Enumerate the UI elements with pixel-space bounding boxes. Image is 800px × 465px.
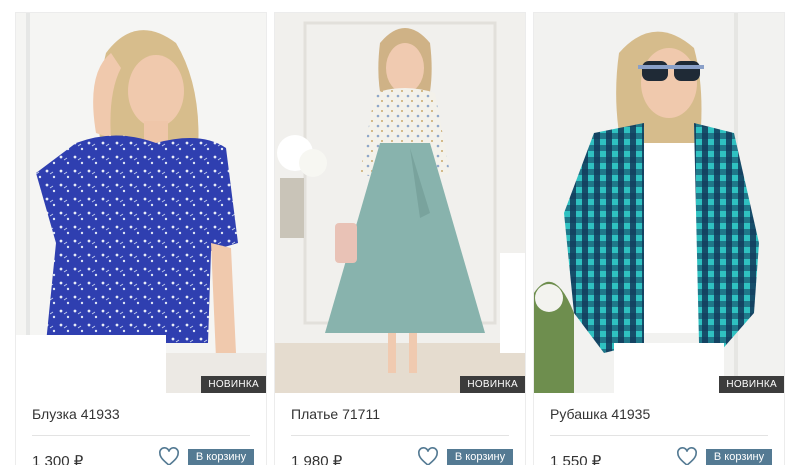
product-photo[interactable]: НОВИНКА bbox=[16, 13, 266, 393]
add-to-cart-button[interactable]: В корзину bbox=[706, 449, 772, 465]
add-to-cart-button[interactable]: В корзину bbox=[447, 449, 513, 465]
add-to-cart-button[interactable]: В корзину bbox=[188, 449, 254, 465]
product-grid: НОВИНКА Блузка 41933 1 300 ₽ В корзину Н… bbox=[15, 12, 785, 465]
product-name[interactable]: Рубашка 41935 bbox=[550, 406, 650, 422]
divider bbox=[291, 435, 509, 436]
heart-icon[interactable] bbox=[158, 447, 180, 465]
new-badge: НОВИНКА bbox=[719, 376, 784, 393]
product-card[interactable]: НОВИНКА Платье 71711 1 980 ₽ В корзину bbox=[274, 12, 526, 465]
product-photo[interactable]: НОВИНКА bbox=[534, 13, 784, 393]
product-price: 1 550 ₽ bbox=[550, 453, 602, 465]
divider bbox=[550, 435, 768, 436]
product-name[interactable]: Платье 71711 bbox=[291, 406, 380, 422]
checked-shirt-image bbox=[534, 13, 784, 393]
product-photo[interactable]: НОВИНКА bbox=[275, 13, 525, 393]
product-card[interactable]: НОВИНКА Блузка 41933 1 300 ₽ В корзину bbox=[15, 12, 267, 465]
new-badge: НОВИНКА bbox=[201, 376, 266, 393]
blue-floral-blouse-image bbox=[16, 13, 266, 393]
product-price: 1 980 ₽ bbox=[291, 453, 343, 465]
product-name[interactable]: Блузка 41933 bbox=[32, 406, 120, 422]
product-price: 1 300 ₽ bbox=[32, 453, 84, 465]
product-card[interactable]: НОВИНКА Рубашка 41935 1 550 ₽ В корзину bbox=[533, 12, 785, 465]
mint-skirt-dress-image bbox=[275, 13, 525, 393]
new-badge: НОВИНКА bbox=[460, 376, 525, 393]
heart-icon[interactable] bbox=[676, 447, 698, 465]
heart-icon[interactable] bbox=[417, 447, 439, 465]
divider bbox=[32, 435, 250, 436]
